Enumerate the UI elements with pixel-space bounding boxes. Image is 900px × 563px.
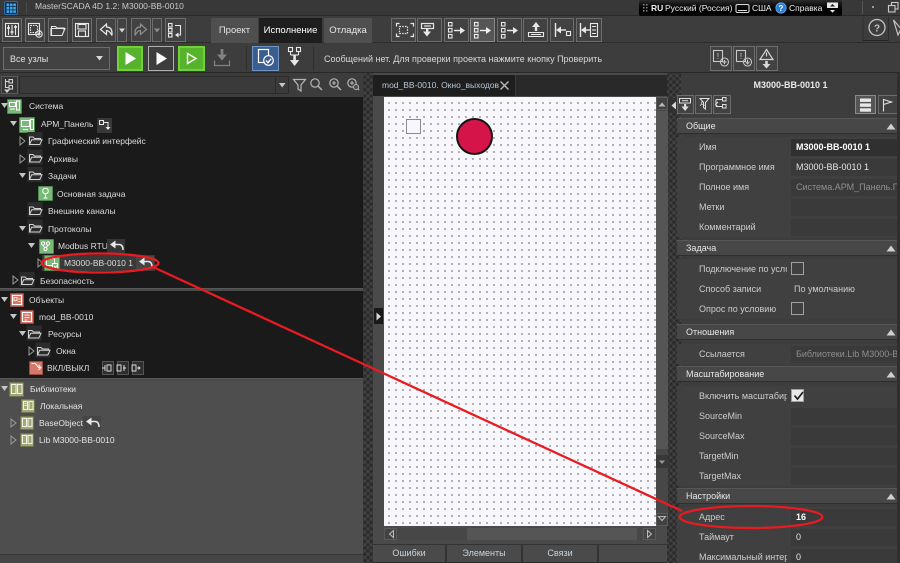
svg-text:?: ?	[779, 4, 784, 13]
svg-text:A: A	[700, 101, 705, 108]
svg-text:?: ?	[874, 24, 880, 35]
svg-text:!: !	[717, 52, 719, 61]
svg-text:!: !	[740, 52, 742, 61]
